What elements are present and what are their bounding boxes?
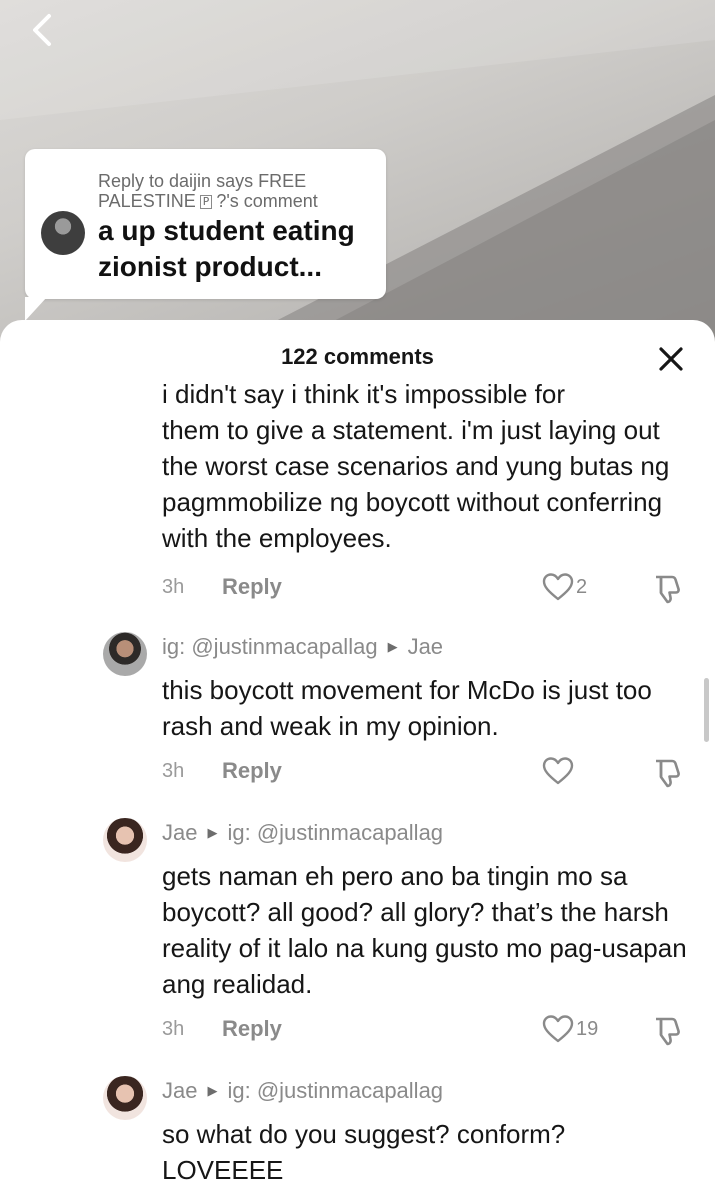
- comments-sheet: 122 comments i didn't say i think it's i…: [0, 320, 715, 1200]
- heart-outline-icon: [542, 1015, 574, 1043]
- comment-time: 3h: [162, 760, 185, 782]
- reply-card-tail: [25, 297, 47, 321]
- comment-meta-row: 3h Reply 2: [162, 570, 692, 604]
- heart-outline-icon: [542, 573, 574, 601]
- comment-reply-to[interactable]: ig: @justinmacapallag: [227, 1078, 443, 1103]
- comment-time: 3h: [162, 576, 185, 598]
- comment-text-partial: i didn't say i think it's impossible for: [162, 384, 565, 409]
- like-button[interactable]: 19: [542, 1012, 598, 1046]
- reply-arrow-icon: ▶: [207, 825, 218, 840]
- comment-author[interactable]: Jae: [162, 1078, 197, 1103]
- reply-button[interactable]: Reply: [222, 1012, 282, 1046]
- reply-to-comment-card: Reply to daijin says FREE PALESTINE P ?'s …: [25, 149, 386, 321]
- comments-count-title: 122 comments: [281, 344, 434, 369]
- comment-header: ig: @justinmacapallag ▶ Jae: [162, 634, 443, 660]
- reply-button[interactable]: Reply: [222, 570, 282, 604]
- comment-reply-to[interactable]: Jae: [408, 634, 443, 659]
- comment-header: Jae ▶ ig: @justinmacapallag: [162, 820, 443, 846]
- close-icon: [659, 347, 683, 371]
- comment-meta-row: 3h Reply 19: [162, 1012, 692, 1046]
- reply-arrow-icon: ▶: [207, 1083, 218, 1098]
- like-count: 19: [576, 1017, 599, 1040]
- avatar[interactable]: [103, 1076, 147, 1120]
- like-count: 2: [576, 575, 588, 598]
- thumbs-down-icon[interactable]: [650, 755, 684, 789]
- reply-card-avatar: [41, 211, 85, 255]
- chevron-left-icon: [33, 14, 51, 46]
- comments-list[interactable]: i didn't say i think it's impossible for…: [0, 384, 715, 1200]
- comment-text: gets naman eh pero ano ba tingin mo sa b…: [162, 861, 687, 999]
- avatar[interactable]: [103, 818, 147, 862]
- comment-reply-to[interactable]: ig: @justinmacapallag: [227, 820, 443, 845]
- back-button[interactable]: [22, 10, 62, 50]
- comment-meta-row: 3h Reply: [162, 754, 692, 788]
- comment-header: Jae ▶ ig: @justinmacapallag: [162, 1078, 443, 1104]
- reply-button[interactable]: Reply: [222, 754, 282, 788]
- reply-arrow-icon: ▶: [387, 639, 398, 654]
- comment-text: them to give a statement. i'm just layin…: [162, 415, 670, 553]
- comment-text: so what do you suggest? conform? LOVEEEE: [162, 1119, 566, 1185]
- avatar[interactable]: [103, 632, 147, 676]
- comment-time: 3h: [162, 1018, 185, 1040]
- reply-card-text: a up student eating zionist product...: [98, 215, 355, 282]
- comment-author[interactable]: ig: @justinmacapallag: [162, 634, 378, 659]
- comment-author[interactable]: Jae: [162, 820, 197, 845]
- thumbs-down-icon[interactable]: [650, 571, 684, 605]
- reply-context-suffix: ?'s comment: [216, 191, 318, 211]
- like-button[interactable]: [542, 754, 576, 788]
- heart-outline-icon: [542, 757, 574, 785]
- thumbs-down-icon[interactable]: [650, 1013, 684, 1047]
- comment-text: this boycott movement for McDo is just t…: [162, 675, 652, 741]
- p-badge-icon: P: [199, 195, 213, 209]
- like-button[interactable]: 2: [542, 570, 587, 604]
- scrollbar[interactable]: [704, 678, 709, 742]
- close-button[interactable]: [652, 340, 690, 378]
- reply-context-label: Reply to daijin says FREE PALESTINE P ?'s …: [98, 171, 368, 211]
